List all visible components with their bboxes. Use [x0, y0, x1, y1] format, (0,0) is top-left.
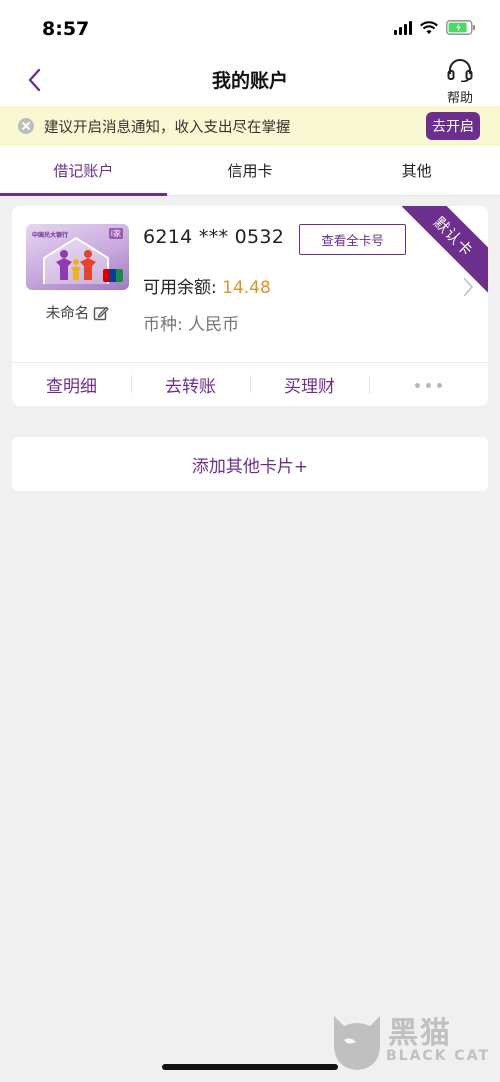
watermark-en: BLACK CAT [386, 1048, 490, 1064]
top-bar: 8:57 我的账户 帮助 [0, 0, 500, 106]
wifi-icon [420, 20, 438, 35]
help-button[interactable]: 帮助 [442, 58, 478, 106]
add-card-button[interactable]: 添加其他卡片+ [12, 437, 488, 491]
balance-value: 14.48 [222, 278, 271, 298]
card-actions: 查明细 去转账 买理财 [12, 362, 488, 406]
currency: 币种: 人民币 [143, 315, 240, 335]
view-full-number-button[interactable]: 查看全卡号 [299, 224, 406, 255]
account-tabs: 借记账户 信用卡 其他 [0, 146, 500, 196]
more-button[interactable] [369, 373, 488, 396]
more-icon [415, 376, 442, 396]
default-card-badge: 默认卡 [397, 206, 488, 293]
home-indicator [162, 1064, 338, 1070]
battery-icon [446, 20, 476, 35]
status-time: 8:57 [42, 18, 90, 40]
page-title: 我的账户 [211, 70, 288, 92]
tab-other[interactable]: 其他 [333, 146, 500, 195]
view-details-button[interactable]: 查明细 [12, 372, 131, 397]
balance-row: 可用余额: 14.48 [143, 273, 271, 298]
signal-icon [394, 20, 412, 35]
tab-credit[interactable]: 信用卡 [167, 146, 334, 195]
edit-icon[interactable] [93, 305, 110, 321]
debit-card-panel[interactable]: 中国光大银行 i家 未命名 6214 *** 0532 查看全卡号 可用余额: … [12, 206, 488, 406]
tab-debit[interactable]: 借记账户 [0, 146, 167, 196]
status-icons [394, 20, 476, 35]
unionpay-logo [103, 269, 123, 282]
notice-text: 建议开启消息通知，收入支出尽在掌握 [44, 119, 291, 136]
black-cat-logo [334, 1016, 380, 1070]
notice-bar: 建议开启消息通知，收入支出尽在掌握 去开启 [0, 106, 500, 146]
chevron-right-icon[interactable] [462, 276, 474, 302]
transfer-button[interactable]: 去转账 [131, 372, 250, 397]
card-name: 未命名 [45, 306, 90, 322]
watermark: 黑猫 BLACK CAT [330, 1006, 490, 1076]
enable-notification-button[interactable]: 去开启 [426, 112, 480, 140]
watermark-cn: 黑猫 [388, 1016, 452, 1051]
card-image: 中国光大银行 i家 [26, 224, 129, 290]
card-name-row[interactable]: 未命名 [26, 302, 129, 323]
help-label: 帮助 [446, 91, 473, 106]
buy-wealth-button[interactable]: 买理财 [250, 372, 369, 397]
card-number: 6214 *** 0532 [143, 226, 285, 248]
close-icon[interactable] [18, 118, 34, 134]
balance-label: 可用余额: [143, 278, 223, 298]
headset-icon [447, 59, 473, 83]
page: 8:57 我的账户 帮助 建议开启消息通知，收入支出尽在掌握 去开启 借记账户 … [0, 0, 500, 1082]
